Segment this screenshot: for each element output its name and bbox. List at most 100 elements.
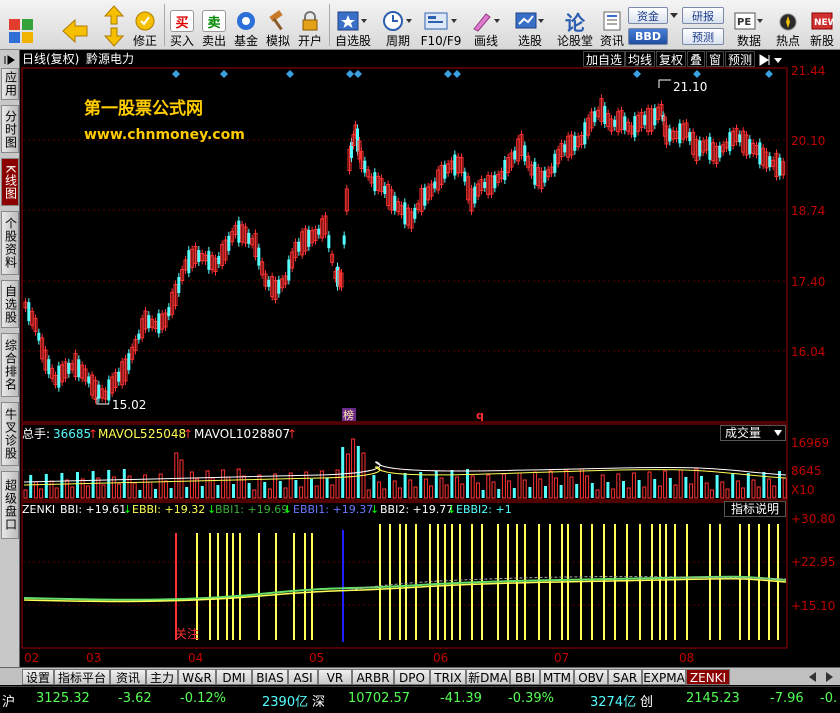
status-bar: 沪 3125.32 -3.62 -0.12% 2390亿 深 10702.57 … bbox=[0, 686, 840, 713]
indicator-tab-1[interactable]: 指标平台 bbox=[54, 669, 110, 685]
candle-body bbox=[678, 123, 682, 144]
back-button[interactable] bbox=[58, 2, 92, 48]
left-tab-stock-profile[interactable]: 个股资料 bbox=[1, 211, 19, 275]
q-marker[interactable]: q bbox=[476, 409, 484, 422]
x-tick: 06 bbox=[433, 651, 448, 665]
volume-bar bbox=[585, 475, 590, 499]
adjust-button[interactable]: 复权 bbox=[656, 51, 687, 67]
volume-tick: 16969 bbox=[791, 436, 829, 450]
candle-body bbox=[423, 187, 427, 206]
simulate-button[interactable]: 模拟 bbox=[263, 2, 293, 48]
revise-button[interactable]: 修正 bbox=[130, 2, 160, 48]
up-arrow-icon: ↑ bbox=[287, 427, 297, 441]
capital-pill[interactable]: 资金 bbox=[628, 7, 668, 24]
back-arrow-icon bbox=[60, 16, 90, 46]
buy-button[interactable]: 买 买入 bbox=[167, 2, 197, 48]
stock-screen-button[interactable]: 选股 bbox=[510, 2, 550, 48]
chart-area[interactable]: 日线(复权) 黔源电力 第一股票公式网 www.chnmoney.com 21.… bbox=[20, 50, 840, 667]
volume-bar bbox=[96, 477, 101, 499]
sell-button[interactable]: 卖 卖出 bbox=[199, 2, 229, 48]
windows-logo-button[interactable] bbox=[4, 2, 38, 48]
add-watchlist-button[interactable]: 加自选 bbox=[583, 51, 626, 67]
left-tab-watchlist[interactable]: 自选股 bbox=[1, 280, 19, 328]
data-button[interactable]: PE 数据 bbox=[732, 2, 766, 48]
volume-bar bbox=[263, 482, 267, 498]
sh-amount: 2390亿 bbox=[262, 695, 309, 710]
capital-dropdown-icon[interactable] bbox=[670, 11, 678, 19]
indicator-tab-6[interactable]: BIAS bbox=[252, 669, 288, 685]
pane-nav-icon[interactable] bbox=[758, 53, 788, 67]
left-tab-super-board[interactable]: 超级盘口 bbox=[1, 471, 19, 539]
indicator-tab-11[interactable]: TRIX bbox=[430, 669, 466, 685]
down-arrow-icon: ↓ bbox=[123, 503, 132, 516]
indicator-tab-17[interactable]: EXPMA bbox=[642, 669, 686, 685]
left-tab-kline[interactable]: K线图 bbox=[1, 158, 19, 206]
volume-bar bbox=[216, 485, 220, 498]
indicator-tab-13[interactable]: BBI bbox=[510, 669, 540, 685]
period-button[interactable]: 周期 bbox=[378, 2, 418, 48]
indicator-tab-5[interactable]: DMI bbox=[216, 669, 252, 685]
scroll-right-icon[interactable] bbox=[822, 670, 836, 684]
scroll-updown-button[interactable] bbox=[102, 2, 126, 48]
volume-bar bbox=[91, 471, 95, 498]
volume-bar bbox=[481, 490, 485, 498]
ma-button[interactable]: 均线 bbox=[625, 51, 656, 67]
indicator-tab-0[interactable]: 设置 bbox=[22, 669, 54, 685]
volume-bar bbox=[29, 475, 33, 498]
overlay-button[interactable]: 叠 bbox=[687, 51, 706, 67]
forum-button[interactable]: 论 论股堂 bbox=[555, 2, 595, 49]
event-markers[interactable] bbox=[172, 70, 773, 78]
indicator-tab-16[interactable]: SAR bbox=[608, 669, 642, 685]
indicator-tab-10[interactable]: DPO bbox=[394, 669, 430, 685]
forum-label: 论股堂 bbox=[556, 34, 593, 48]
new-stock-button[interactable]: NEW 新股 bbox=[806, 2, 838, 48]
forecast-button[interactable]: 预测 bbox=[725, 51, 756, 67]
indicator-explain-button[interactable]: 指标说明 bbox=[724, 501, 786, 517]
volume-bar bbox=[49, 480, 54, 499]
volume-bar bbox=[257, 474, 262, 499]
news-button[interactable]: 资讯 bbox=[597, 2, 627, 48]
indicator-tab-2[interactable]: 资讯 bbox=[110, 669, 146, 685]
candle-body bbox=[403, 202, 407, 225]
left-tab-apps[interactable]: 应用 bbox=[1, 68, 19, 100]
indicator-tab-7[interactable]: ASI bbox=[288, 669, 318, 685]
indicator-tab-9[interactable]: ARBR bbox=[352, 669, 394, 685]
volume-bar bbox=[533, 471, 538, 499]
open-account-button[interactable]: 开户 bbox=[295, 2, 325, 48]
indicator-tab-18[interactable]: ZENKI bbox=[686, 669, 730, 685]
kline-chart[interactable]: 日线(复权) 黔源电力 第一股票公式网 www.chnmoney.com 21.… bbox=[20, 50, 840, 667]
indicator-tab-8[interactable]: VR bbox=[318, 669, 352, 685]
expand-arrow-icon[interactable] bbox=[4, 54, 16, 65]
candle-body bbox=[738, 134, 742, 143]
hot-button[interactable]: 热点 bbox=[773, 2, 803, 48]
left-tab-diagnosis[interactable]: 牛叉诊股 bbox=[1, 402, 19, 466]
volume-bar bbox=[700, 476, 703, 498]
indicator-tab-3[interactable]: 主力 bbox=[146, 669, 178, 685]
left-tab-ranking[interactable]: 综合排名 bbox=[1, 333, 19, 397]
f10-button[interactable]: F10/F9 bbox=[419, 2, 463, 48]
volume-bar bbox=[179, 459, 184, 499]
indicator-tab-15[interactable]: OBV bbox=[574, 669, 608, 685]
indicator-tab-12[interactable]: 新DMA bbox=[466, 669, 510, 685]
candle-body bbox=[453, 154, 457, 176]
volume-indicator-select[interactable]: 成交量 bbox=[720, 425, 786, 441]
indicator-tab-4[interactable]: W&R bbox=[178, 669, 216, 685]
volume-bar bbox=[76, 472, 79, 498]
window-button[interactable]: 窗 bbox=[706, 51, 725, 67]
left-tab-intraday[interactable]: 分时图 bbox=[1, 105, 19, 153]
watchlist-button[interactable]: 自选股 bbox=[333, 2, 373, 48]
bbd-pill[interactable]: BBD bbox=[628, 28, 668, 45]
draw-line-button[interactable]: 画线 bbox=[466, 2, 506, 48]
indicator-tab-14[interactable]: MTM bbox=[540, 669, 574, 685]
volume-bar bbox=[553, 477, 558, 499]
price-tick: 17.40 bbox=[791, 275, 825, 289]
volume-bar bbox=[497, 489, 501, 498]
fund-button[interactable]: 基金 bbox=[231, 2, 261, 48]
candle-body bbox=[127, 353, 131, 371]
forecast-pill[interactable]: 预测 bbox=[682, 28, 724, 45]
volume-bar bbox=[85, 485, 90, 499]
up-arrow-icon: ↑ bbox=[88, 427, 98, 441]
research-pill[interactable]: 研报 bbox=[682, 7, 724, 24]
scroll-left-icon[interactable] bbox=[806, 670, 820, 684]
volume-bar bbox=[310, 479, 313, 498]
